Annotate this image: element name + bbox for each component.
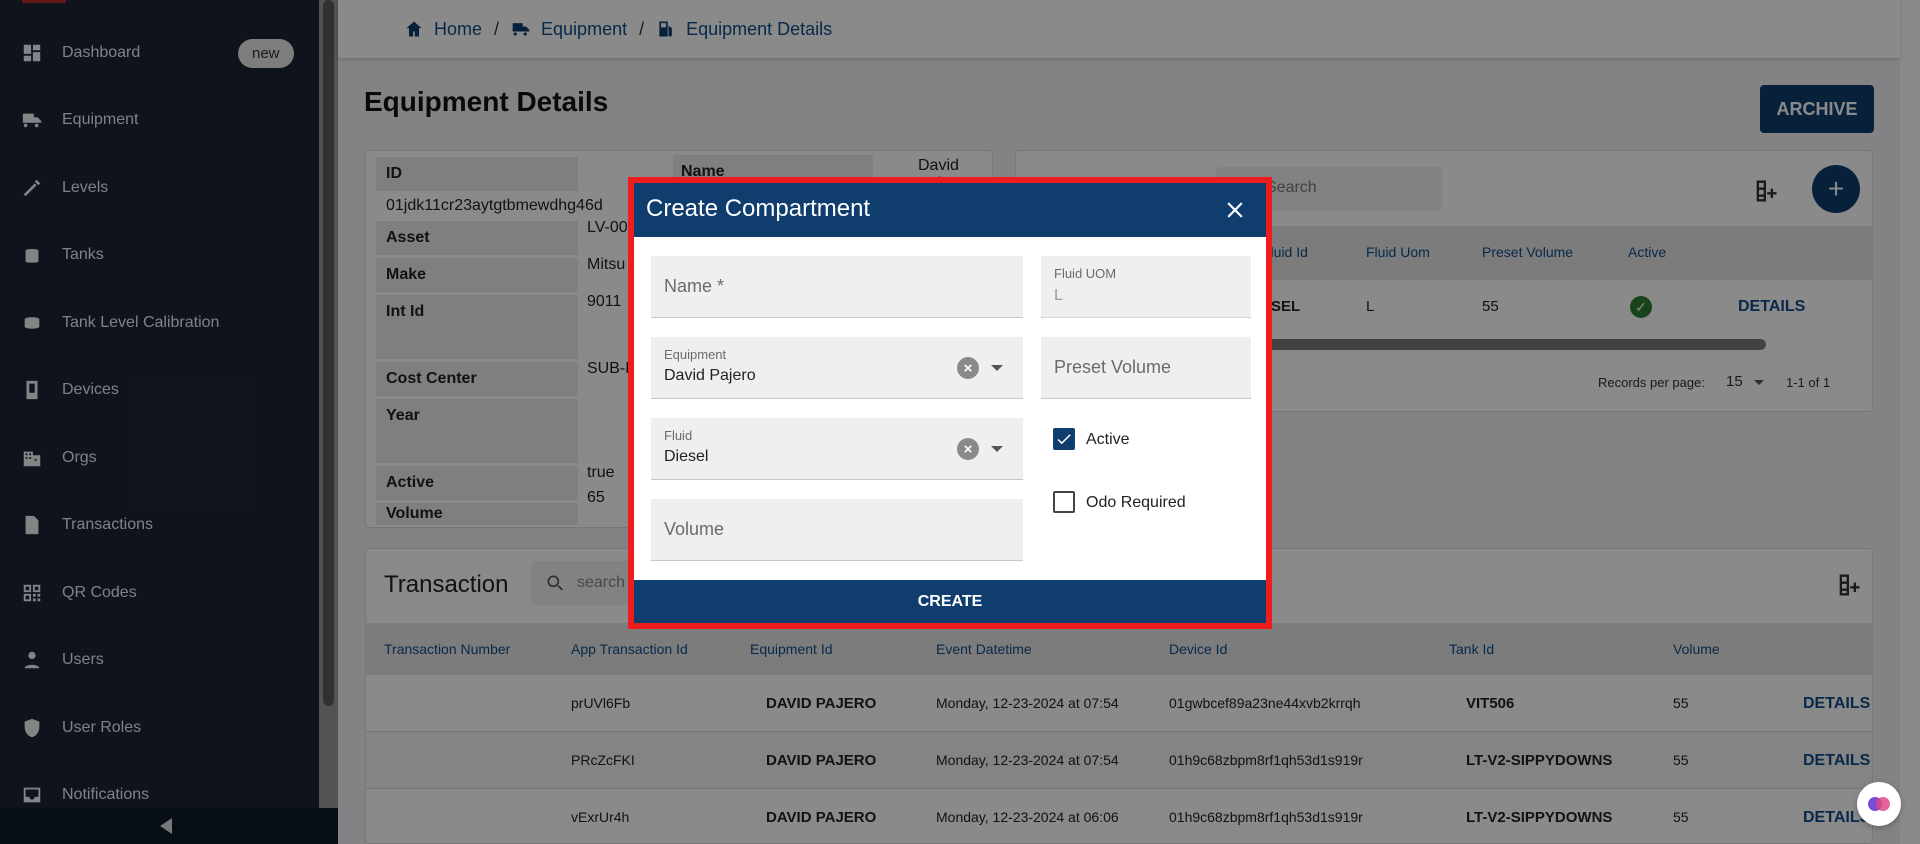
dialog-header: Create Compartment xyxy=(634,183,1266,237)
clear-fluid-icon[interactable]: × xyxy=(957,438,979,460)
chevron-down-icon[interactable] xyxy=(991,446,1003,452)
equipment-select[interactable]: Equipment David Pajero × xyxy=(651,337,1023,399)
assistant-icon xyxy=(1868,797,1890,811)
equipment-value: David Pajero xyxy=(664,367,756,384)
create-button[interactable]: CREATE xyxy=(634,580,1266,623)
fluid-uom-label: Fluid UOM xyxy=(1054,266,1117,281)
close-icon[interactable] xyxy=(1222,197,1248,223)
preset-volume-field[interactable]: Preset Volume xyxy=(1041,337,1251,399)
fluid-uom-value: L xyxy=(1054,287,1063,304)
active-checkbox-label: Active xyxy=(1086,431,1130,448)
chevron-down-icon[interactable] xyxy=(991,365,1003,371)
app-root: Dashboard new Equipment Levels Tanks Tan… xyxy=(0,0,1920,844)
fluid-value: Diesel xyxy=(664,448,709,465)
fluid-label: Fluid xyxy=(664,428,693,443)
odo-required-label: Odo Required xyxy=(1086,494,1186,511)
active-checkbox[interactable] xyxy=(1053,428,1075,450)
volume-placeholder: Volume xyxy=(664,519,725,539)
name-field[interactable]: Name * xyxy=(651,256,1023,318)
fluid-select[interactable]: Fluid Diesel × xyxy=(651,418,1023,480)
volume-field[interactable]: Volume xyxy=(651,499,1023,561)
create-compartment-dialog: Create Compartment Name * Fluid UOM L Eq… xyxy=(634,183,1266,623)
checkmark-icon xyxy=(1057,434,1071,445)
equipment-label: Equipment xyxy=(664,347,727,362)
clear-equipment-icon[interactable]: × xyxy=(957,357,979,379)
fluid-uom-field: Fluid UOM L xyxy=(1041,256,1251,318)
name-placeholder: Name * xyxy=(664,276,725,296)
dialog-title: Create Compartment xyxy=(646,195,871,222)
chat-assistant-button[interactable] xyxy=(1857,782,1901,826)
preset-volume-placeholder: Preset Volume xyxy=(1054,357,1172,377)
odo-required-checkbox[interactable] xyxy=(1053,491,1075,513)
